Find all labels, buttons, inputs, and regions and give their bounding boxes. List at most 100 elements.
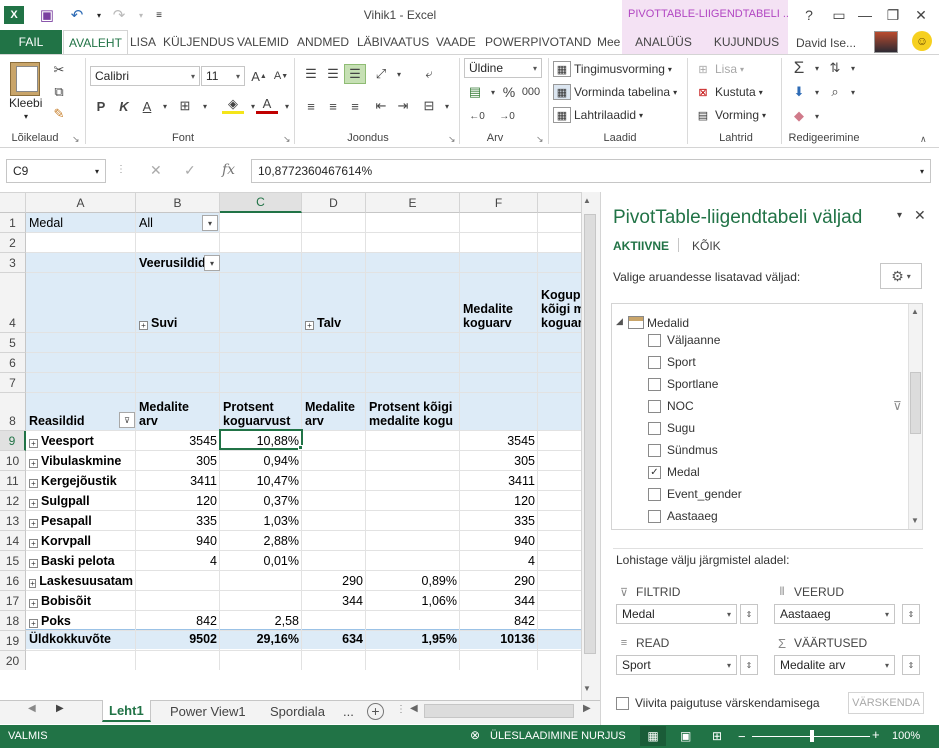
orientation-dropdown-icon[interactable]: ▾ <box>388 64 410 84</box>
table-cell[interactable] <box>366 471 460 491</box>
clipboard-launcher-icon[interactable]: ↘ <box>72 134 80 145</box>
minimize-icon[interactable]: — <box>852 4 878 26</box>
expand-row-icon[interactable]: + <box>29 539 38 548</box>
value-header-d[interactable]: Medalite arv <box>302 389 366 431</box>
table-cell[interactable]: 0,37% <box>220 491 302 511</box>
font-color-icon[interactable]: A <box>256 96 278 114</box>
column-labels-header[interactable]: Veerusildid <box>136 253 204 273</box>
expand-row-icon[interactable]: + <box>29 599 38 608</box>
filter-dropdown-icon[interactable]: ▾ <box>202 215 218 231</box>
columns-field-aastaaeg[interactable]: Aastaaeg ▾ <box>774 604 895 624</box>
row-label[interactable]: + Laskesuusatam <box>26 571 136 591</box>
expand-row-icon[interactable]: + <box>29 559 38 568</box>
table-cell[interactable] <box>366 531 460 551</box>
field-checkbox[interactable]: ✓ <box>648 465 661 479</box>
expand-row-icon[interactable]: + <box>29 499 38 508</box>
expand-row-icon[interactable]: + <box>29 479 38 488</box>
table-cell[interactable] <box>366 451 460 471</box>
pane-close-icon[interactable]: ✕ <box>914 207 926 224</box>
font-name-combo[interactable]: Calibri ▾ <box>90 66 200 86</box>
hscroll-left-icon[interactable]: ◀ <box>410 703 418 714</box>
insert-function-button[interactable]: fx <box>222 162 235 178</box>
field-scroll-down-icon[interactable]: ▼ <box>911 516 919 525</box>
pane-layout-gear-icon[interactable]: ⚙ ▾ <box>880 263 922 289</box>
expand-row-icon[interactable]: + <box>29 439 38 448</box>
table-cell[interactable]: 3411 <box>136 471 220 491</box>
row-header[interactable]: 16 <box>0 571 26 591</box>
grid-vertical-scroll-thumb[interactable] <box>584 214 596 654</box>
tab-page-layout[interactable]: KÜLJENDUS <box>158 30 239 54</box>
decrease-font-icon[interactable]: A ▼ <box>270 66 292 86</box>
tab-mee[interactable]: Mee <box>592 30 625 54</box>
page-break-view-icon[interactable]: ⊞ <box>712 729 722 743</box>
row-label[interactable]: + Korvpall <box>26 531 136 551</box>
row-header[interactable]: 2 <box>0 233 26 253</box>
select-all-corner[interactable] <box>0 193 26 213</box>
column-header-d[interactable]: D <box>302 193 366 213</box>
table-cell[interactable]: 2,88% <box>220 531 302 551</box>
table-cell[interactable] <box>366 611 460 631</box>
pane-tab-active[interactable]: AKTIIVNE <box>613 239 669 253</box>
clear-dropdown-icon[interactable]: ▾ <box>806 106 828 126</box>
field-item[interactable]: Event_gender <box>648 484 742 504</box>
expand-row-icon[interactable]: + <box>29 619 38 628</box>
season-header-talv[interactable]: + Talv <box>302 273 452 333</box>
table-cell[interactable]: 120 <box>136 491 220 511</box>
worksheet-grid[interactable]: A B C D E F 1 2 3 4 5 6 7 8 9 10 11 12 13 14 15 16 17 18 1… <box>0 192 581 670</box>
table-cell[interactable]: 305 <box>136 451 220 471</box>
align-left-icon[interactable]: ≡ <box>300 96 322 116</box>
grand-total-b[interactable]: 9502 <box>136 629 220 649</box>
tab-formulas[interactable]: VALEMID <box>232 30 294 54</box>
row-header[interactable]: 17 <box>0 591 26 611</box>
decrease-indent-icon[interactable]: ⇤ <box>370 96 392 116</box>
row-header[interactable]: 12 <box>0 491 26 511</box>
tab-insert[interactable]: LISA <box>125 30 161 54</box>
collapse-suvi-icon[interactable]: + <box>139 321 148 330</box>
paste-dropdown-icon[interactable]: ▾ <box>24 112 28 121</box>
table-cell[interactable] <box>366 551 460 571</box>
tab-design[interactable]: KUJUNDUS <box>705 30 788 54</box>
table-cell[interactable]: 10,47% <box>220 471 302 491</box>
delete-cells-button[interactable]: ⊠ Kustuta ▾ <box>694 82 762 102</box>
cut-icon[interactable]: ✂ <box>48 60 70 80</box>
table-cell[interactable]: 305 <box>460 451 538 471</box>
underline-dropdown-icon[interactable]: ▾ <box>154 96 176 116</box>
borders-icon[interactable]: ⊞ <box>174 96 196 116</box>
row-header[interactable]: 18 <box>0 611 26 631</box>
tab-home[interactable]: AVALEHT <box>63 30 128 55</box>
wrap-text-icon[interactable]: ⤶ <box>418 64 440 84</box>
field-item[interactable]: Sport <box>648 352 696 372</box>
field-checkbox[interactable] <box>648 377 661 391</box>
grand-total-label[interactable]: Üldkokkuvõte <box>26 629 136 649</box>
table-cell[interactable]: 0,89% <box>366 571 460 591</box>
total-percent-header[interactable]: Kogupr kõigi m koguar <box>538 253 581 333</box>
field-item[interactable]: Sündmus <box>648 440 718 460</box>
bold-button[interactable]: P <box>90 96 112 116</box>
table-cell[interactable]: 290 <box>460 571 538 591</box>
column-labels-dropdown-icon[interactable]: ▾ <box>204 255 220 271</box>
table-cell[interactable] <box>220 591 302 611</box>
row-header[interactable]: 14 <box>0 531 26 551</box>
table-cell[interactable]: 1,03% <box>220 511 302 531</box>
formula-input[interactable]: 10,8772360467614% ▾ <box>251 159 931 183</box>
field-checkbox[interactable] <box>648 509 661 523</box>
table-cell[interactable]: 842 <box>136 611 220 631</box>
table-cell[interactable] <box>136 571 220 591</box>
format-painter-icon[interactable]: ✎ <box>48 104 70 124</box>
field-item[interactable]: Sportlane <box>648 374 718 394</box>
grand-total-c[interactable]: 29,16% <box>220 629 302 649</box>
user-avatar[interactable] <box>874 31 898 53</box>
field-item[interactable]: Aastaaeg <box>648 506 718 526</box>
field-scroll-up-icon[interactable]: ▲ <box>911 307 919 316</box>
filters-field-medal[interactable]: Medal ▾ <box>616 604 737 624</box>
page-layout-view-icon[interactable]: ▣ <box>680 729 691 743</box>
table-cell[interactable]: 4 <box>136 551 220 571</box>
close-icon[interactable]: ✕ <box>908 4 934 26</box>
defer-layout-checkbox[interactable]: Viivita paigutuse värskendamisega <box>616 696 820 710</box>
name-box[interactable]: C9 ▾ <box>6 159 106 183</box>
cancel-entry-icon[interactable]: ✕ <box>150 162 162 179</box>
field-item[interactable]: ✓ Medal <box>648 462 700 482</box>
season-header-suvi[interactable]: + Suvi <box>136 273 296 333</box>
table-cell[interactable]: 344 <box>460 591 538 611</box>
field-checkbox[interactable] <box>648 333 661 347</box>
